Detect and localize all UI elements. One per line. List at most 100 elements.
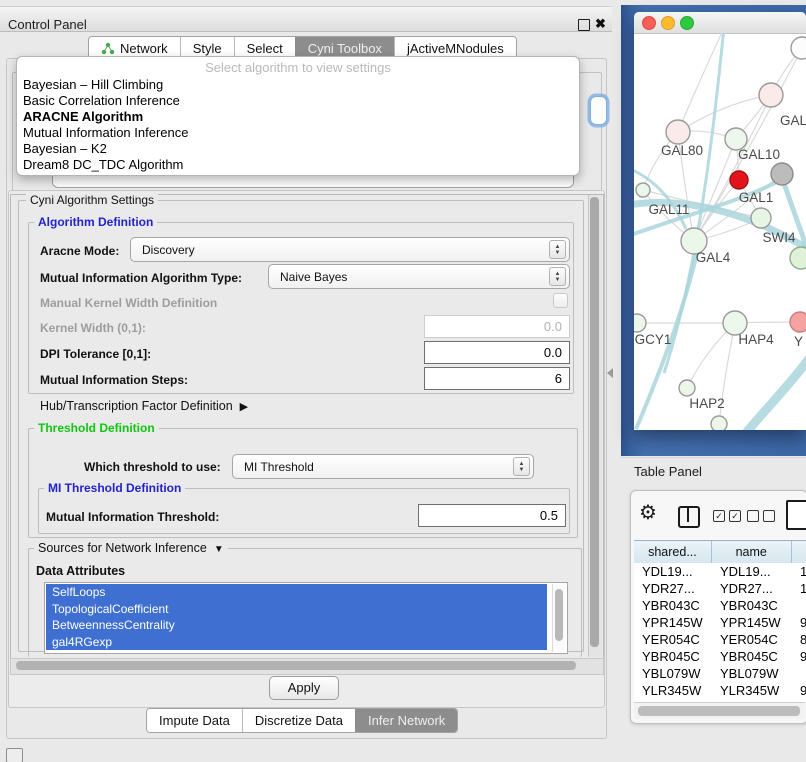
table-cell: YDR27... <box>634 581 712 596</box>
algorithm-option[interactable]: Bayesian – Hill Climbing <box>23 77 563 93</box>
table-horizontal-scrollbar-thumb[interactable] <box>638 706 800 716</box>
table-row[interactable]: YDL19...YDL19...13 <box>634 563 806 580</box>
mi-threshold-label: Mutual Information Threshold: <box>46 510 219 524</box>
zoom-traffic-light-icon[interactable] <box>680 16 694 30</box>
tab-label: Select <box>247 41 283 56</box>
aracne-mode-label: Aracne Mode: <box>40 244 119 258</box>
node-gal80[interactable] <box>666 120 690 144</box>
attribute-item[interactable]: SelfLoops <box>46 584 547 601</box>
columns-icon[interactable] <box>678 506 700 528</box>
kernel-width-label: Kernel Width (0,1): <box>40 321 146 335</box>
node-salmon[interactable] <box>790 312 806 332</box>
network-window-titlebar[interactable] <box>634 12 806 34</box>
table-cell: 13 <box>792 564 806 579</box>
node-gcy1[interactable] <box>634 314 646 332</box>
algorithm-option[interactable]: Mutual Information Inference <box>23 125 563 141</box>
node-label: GAL1 <box>739 190 774 205</box>
select-all-checkboxes-icon[interactable]: ✓ ✓ <box>713 510 741 522</box>
node-gal-cut[interactable] <box>759 83 783 107</box>
close-traffic-light-icon[interactable] <box>642 16 656 30</box>
table-row[interactable]: YER054CYER054C8. <box>634 631 806 648</box>
algorithm-dropdown-popup: Select algorithm to view settings Bayesi… <box>16 56 580 176</box>
sources-toggle[interactable]: Sources for Network Inference▼ <box>34 542 228 556</box>
node-swi4[interactable] <box>790 247 806 269</box>
table-cell: 9. <box>792 683 806 698</box>
mi-type-combo[interactable]: Naive Bayes ▲▼ <box>268 264 570 289</box>
tab-impute-data[interactable]: Impute Data <box>147 709 242 732</box>
algorithm-option[interactable]: Dream8 DC_TDC Algorithm <box>23 157 563 173</box>
data-attributes-list[interactable]: SelfLoopsTopologicalCoefficientBetweenne… <box>44 582 568 654</box>
columns-icon-divider <box>687 508 689 522</box>
manual-kernel-checkbox[interactable] <box>553 293 568 308</box>
attributes-list-scrollbar[interactable] <box>552 584 566 652</box>
tab-label: Network <box>120 41 168 56</box>
attribute-item[interactable]: gal4RGexp <box>46 634 547 651</box>
tab-discretize-data[interactable]: Discretize Data <box>242 709 355 732</box>
which-threshold-label: Which threshold to use: <box>84 460 221 474</box>
table-row[interactable]: YLR345WYLR345W9. <box>634 682 806 699</box>
dpi-tolerance-field[interactable]: 0.0 <box>424 341 570 364</box>
table-row[interactable]: YPR145WYPR145W9. <box>634 614 806 631</box>
gear-icon[interactable]: ⚙ <box>639 503 657 523</box>
table-cell: YDL19... <box>712 564 792 579</box>
table-cell: YPR145W <box>634 615 712 630</box>
table-row[interactable]: YBR045CYBR045C9. <box>634 648 806 665</box>
table-cell: YBR045C <box>712 649 792 664</box>
node-topright[interactable] <box>791 37 806 59</box>
data-attributes-label: Data Attributes <box>36 564 125 578</box>
node-gray[interactable] <box>771 163 793 185</box>
node-gal1[interactable] <box>751 208 771 228</box>
table-row[interactable]: YBR043CYBR043C <box>634 597 806 614</box>
algorithm-option[interactable]: Basic Correlation Inference <box>23 93 563 109</box>
deselect-all-checkboxes-icon[interactable] <box>747 510 775 522</box>
settings-horizontal-scrollbar[interactable] <box>10 658 604 675</box>
float-window-icon[interactable] <box>578 19 590 31</box>
kernel-width-field[interactable]: 0.0 <box>424 315 570 338</box>
table-panel-title: Table Panel <box>634 464 702 479</box>
settings-horizontal-scrollbar-thumb[interactable] <box>16 661 576 670</box>
node-bottom[interactable] <box>711 416 727 430</box>
table-cell: YBR045C <box>634 649 712 664</box>
export-table-icon[interactable] <box>786 500 806 530</box>
algorithm-option[interactable]: ARACNE Algorithm <box>23 109 563 125</box>
manual-kernel-label: Manual Kernel Width Definition <box>40 296 217 310</box>
screen: Control Panel ✖ NetworkStyleSelectCyni T… <box>0 0 806 762</box>
close-icon[interactable]: ✖ <box>595 16 606 32</box>
tab-infer-network[interactable]: Infer Network <box>355 709 457 732</box>
splitter-collapse-icon[interactable] <box>607 368 613 378</box>
table-cell: 9. <box>792 649 806 664</box>
network-canvas[interactable]: GALGAL80GAL10GAL11GAL1SWI4GAL4GCY1HAP4YH… <box>634 33 806 430</box>
collapsed-panel-icon[interactable] <box>6 748 23 762</box>
hub-section-toggle[interactable]: Hub/Transcription Factor Definition▶ <box>40 399 248 413</box>
aracne-mode-combo[interactable]: Discovery ▲▼ <box>130 237 570 262</box>
table-horizontal-scrollbar[interactable] <box>634 702 805 719</box>
settings-vertical-scrollbar[interactable] <box>588 195 602 657</box>
combo-stepper-icon: ▲▼ <box>549 267 566 286</box>
table-cell: 9. <box>792 615 806 630</box>
table-row[interactable]: YBL079WYBL079W <box>634 665 806 682</box>
node-hap2[interactable] <box>679 380 695 396</box>
mi-steps-field[interactable]: 6 <box>424 367 570 390</box>
algorithm-option[interactable]: Bayesian – K2 <box>23 141 563 157</box>
node-left-small[interactable] <box>636 183 650 197</box>
mi-threshold-field[interactable]: 0.5 <box>418 504 566 527</box>
column-header[interactable]: shared... <box>634 541 712 563</box>
table-row[interactable]: YDR27...YDR27...12 <box>634 580 806 597</box>
combo-stepper-icon: ▲▼ <box>513 457 530 476</box>
table-cell: YBL079W <box>634 666 712 681</box>
combo-stepper-icon: ▲▼ <box>549 240 566 259</box>
node-red[interactable] <box>730 171 748 189</box>
apply-button[interactable]: Apply <box>269 676 339 700</box>
threshold-definition-legend: Threshold Definition <box>34 422 159 435</box>
attribute-item[interactable]: BetweennessCentrality <box>46 617 547 634</box>
attributes-list-scrollbar-thumb[interactable] <box>555 589 563 641</box>
column-header[interactable]: name <box>712 541 792 563</box>
table-cell: YER054C <box>712 632 792 647</box>
minimize-traffic-light-icon[interactable] <box>661 16 675 30</box>
column-header[interactable]: A <box>792 541 806 563</box>
unchecked-box-icon <box>763 510 775 522</box>
which-threshold-combo[interactable]: MI Threshold ▲▼ <box>232 454 534 479</box>
focused-combo-fragment[interactable] <box>590 96 607 125</box>
attribute-item[interactable]: TopologicalCoefficient <box>46 601 547 618</box>
settings-vertical-scrollbar-thumb[interactable] <box>590 197 599 647</box>
